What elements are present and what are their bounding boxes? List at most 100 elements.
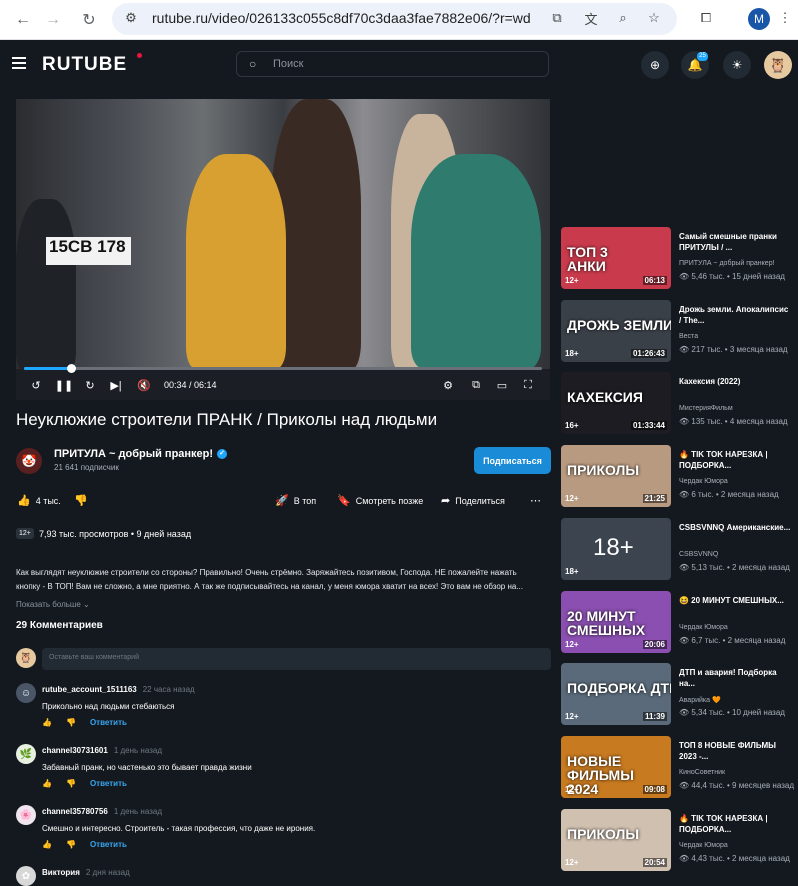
- recommendation-thumbnail[interactable]: 20 МИНУТ СМЕШНЫХ 12+ 20:06: [561, 590, 671, 653]
- recommendation-card[interactable]: ПОДБОРКА ДТП 12+ 11:39 ДТП и авария! Подбор…: [561, 663, 798, 727]
- comment-avatar[interactable]: ☺: [16, 683, 36, 703]
- recommendation-channel[interactable]: КиноСоветник: [679, 769, 725, 776]
- recommendation-thumbnail[interactable]: ПОДБОРКА ДТП 12+ 11:39: [561, 663, 671, 726]
- menu-dots-icon[interactable]: ⋮: [776, 9, 794, 27]
- forward-icon[interactable]: →: [40, 7, 66, 33]
- recommendation-card[interactable]: 18+ 18+ CSBSVNNQ Американские... CSBSVNNQ 👁 …: [561, 517, 798, 582]
- recommendation-title[interactable]: 🔥 TIK TOK НАРЕЗКА |ПОДБОРКА...: [679, 449, 791, 471]
- reply-button[interactable]: Ответить: [90, 779, 127, 788]
- zoom-icon[interactable]: ⌕: [614, 9, 632, 27]
- recommendation-channel[interactable]: Чердак Юмора: [679, 842, 728, 849]
- rutube-logo[interactable]: RUTUBE: [42, 54, 127, 76]
- upload-icon[interactable]: ⊕: [641, 51, 669, 79]
- dislike-icon[interactable]: 👎: [66, 718, 76, 727]
- watch-later-button[interactable]: 🔖 Смотреть позже: [337, 494, 423, 507]
- browser-profile-avatar[interactable]: M: [748, 8, 770, 30]
- dislike-icon[interactable]: 👎: [66, 840, 76, 849]
- fullscreen-icon[interactable]: ⛶: [520, 377, 536, 393]
- recommendation-title[interactable]: ДТП и авария! Подборка на...: [679, 667, 791, 689]
- site-info-icon[interactable]: ⚙: [122, 9, 140, 27]
- next-icon[interactable]: ▶|: [108, 377, 124, 393]
- hamburger-menu-icon[interactable]: [12, 57, 26, 69]
- channel-avatar[interactable]: 🤡: [16, 448, 42, 474]
- recommendation-title[interactable]: CSBSVNNQ Американские...: [679, 522, 791, 533]
- pause-icon[interactable]: ❚❚: [55, 377, 73, 393]
- reply-button[interactable]: Ответить: [90, 840, 127, 849]
- recommendation-card[interactable]: ПРИКОЛЫ 12+ 21:25 🔥 TIK TOK НАРЕЗКА |ПОДБОР…: [561, 445, 798, 509]
- bookmark-star-icon[interactable]: ☆: [645, 9, 663, 27]
- recommendation-title[interactable]: 🔥 TIK TOK НАРЕЗКА |ПОДБОРКА...: [679, 813, 791, 835]
- recommendation-card[interactable]: НОВЫЕ ФИЛЬМЫ 2024 12+ 09:08 ТОП 8 НОВЫЕ ФИЛ…: [561, 735, 798, 800]
- progress-knob[interactable]: [67, 364, 77, 373]
- channel-name[interactable]: ПРИТУЛА ~ добрый пранкер! ✓: [54, 448, 228, 460]
- comment-avatar[interactable]: 🌸: [16, 805, 36, 825]
- search-input[interactable]: ○ Поиск: [236, 51, 549, 77]
- theater-mode-icon[interactable]: ▭: [494, 377, 510, 393]
- recommendation-channel[interactable]: Аварийка 🧡: [679, 696, 721, 704]
- user-avatar[interactable]: 🦉: [764, 51, 792, 79]
- video-player[interactable]: 15СВ 178 ↺ ❚❚ ↻ ▶| 🔇 00:34 / 06:14 ⚙ ⧉ ▭…: [16, 99, 550, 400]
- recommendation-thumbnail[interactable]: НОВЫЕ ФИЛЬМЫ 2024 12+ 09:08: [561, 735, 671, 798]
- dislike-icon[interactable]: 👎: [66, 779, 76, 788]
- url-text[interactable]: rutube.ru/video/026133c055c8df70c3daa3fa…: [152, 10, 531, 26]
- forward-10-icon[interactable]: ↻: [82, 377, 98, 393]
- channel-name-text[interactable]: ПРИТУЛА ~ добрый пранкер!: [54, 448, 213, 460]
- progress-track[interactable]: [24, 367, 542, 370]
- video-frame[interactable]: 15СВ 178: [16, 99, 550, 369]
- recommendation-channel[interactable]: Чердак Юмора: [679, 478, 728, 485]
- theme-toggle-icon[interactable]: ☀: [723, 51, 751, 79]
- recommendation-title[interactable]: ТОП 8 НОВЫЕ ФИЛЬМЫ 2023 -...: [679, 740, 791, 762]
- recommendation-channel[interactable]: Чердак Юмора: [679, 624, 728, 631]
- author-name[interactable]: rutube_account_1511163: [42, 685, 137, 694]
- recommendation-thumbnail[interactable]: 18+ 18+: [561, 517, 671, 580]
- recommendation-card[interactable]: 20 МИНУТ СМЕШНЫХ 12+ 20:06 😆 20 МИНУТ СМЕШН…: [561, 590, 798, 655]
- recommendation-card[interactable]: ТОП 3 АНКИ 12+ 06:13 Самый смешные пранки П…: [561, 227, 798, 291]
- back-icon[interactable]: ←: [10, 7, 36, 33]
- reply-button[interactable]: Ответить: [90, 718, 127, 727]
- subscribe-button[interactable]: Подписаться: [474, 447, 551, 474]
- author-name[interactable]: channel35780756: [42, 807, 108, 816]
- reload-icon[interactable]: ↻: [76, 7, 102, 33]
- extensions-icon[interactable]: ⧠: [697, 9, 715, 27]
- like-icon[interactable]: 👍: [42, 718, 52, 727]
- comment-avatar[interactable]: 🌿: [16, 744, 36, 764]
- open-in-app-icon[interactable]: ⧉: [548, 9, 566, 27]
- like-icon[interactable]: 👍: [42, 840, 52, 849]
- recommendation-channel[interactable]: МистерияФильм: [679, 405, 733, 412]
- recommendation-title[interactable]: Кахексия (2022): [679, 376, 791, 387]
- comment-avatar[interactable]: ✿: [16, 866, 36, 886]
- author-name[interactable]: Виктория: [42, 868, 80, 877]
- translate-icon[interactable]: 文: [582, 9, 600, 27]
- recommendation-channel[interactable]: Веста: [679, 333, 698, 340]
- comment-author[interactable]: Виктория 2 дня назад: [42, 868, 130, 877]
- comment-author[interactable]: channel30731601 1 день назад: [42, 746, 162, 755]
- pip-icon[interactable]: ⧉: [468, 377, 484, 393]
- more-options-button[interactable]: ⋯: [530, 494, 541, 507]
- top-button[interactable]: 🚀 В топ: [275, 494, 316, 507]
- dislike-button[interactable]: 👎: [74, 494, 88, 507]
- comment-author[interactable]: rutube_account_1511163 22 часа назад: [42, 685, 195, 694]
- recommendation-thumbnail[interactable]: ПРИКОЛЫ 12+ 21:25: [561, 445, 671, 508]
- recommendation-title[interactable]: Дрожь земли. Апокалипсис / The...: [679, 304, 791, 326]
- recommendation-card[interactable]: КАХЕКСИЯ 16+ 01:33:44 Кахексия (2022) Мистер…: [561, 372, 798, 436]
- show-more-link[interactable]: Показать больше ⌄: [16, 600, 90, 609]
- recommendation-card[interactable]: ПРИКОЛЫ 12+ 20:54 🔥 TIK TOK НАРЕЗКА |ПОДБОР…: [561, 808, 798, 873]
- settings-icon[interactable]: ⚙: [440, 377, 456, 393]
- comment-input[interactable]: Оставьте ваш комментарий: [42, 648, 551, 670]
- recommendation-thumbnail[interactable]: ТОП 3 АНКИ 12+ 06:13: [561, 227, 671, 289]
- comment-author[interactable]: channel35780756 1 день назад: [42, 807, 162, 816]
- share-button[interactable]: ➦ Поделиться: [441, 494, 505, 507]
- recommendation-channel[interactable]: ПРИТУЛА ~ добрый пранкер!: [679, 260, 775, 267]
- recommendation-title[interactable]: 😆 20 МИНУТ СМЕШНЫХ...: [679, 595, 791, 606]
- recommendation-thumbnail[interactable]: ПРИКОЛЫ 12+ 20:54: [561, 808, 671, 871]
- like-icon[interactable]: 👍: [42, 779, 52, 788]
- show-more-label[interactable]: Показать больше: [16, 600, 81, 609]
- mute-icon[interactable]: 🔇: [134, 377, 154, 393]
- author-name[interactable]: channel30731601: [42, 746, 108, 755]
- recommendation-thumbnail[interactable]: КАХЕКСИЯ 16+ 01:33:44: [561, 372, 671, 435]
- recommendation-title[interactable]: Самый смешные пранки ПРИТУЛЫ / ...: [679, 231, 791, 253]
- recommendation-card[interactable]: ДРОЖЬ ЗЕМЛИ 18+ 01:26:43 Дрожь земли. Апока…: [561, 299, 798, 364]
- recommendation-channel[interactable]: CSBSVNNQ: [679, 551, 718, 558]
- rewind-10-icon[interactable]: ↺: [28, 377, 44, 393]
- recommendation-thumbnail[interactable]: ДРОЖЬ ЗЕМЛИ 18+ 01:26:43: [561, 299, 671, 362]
